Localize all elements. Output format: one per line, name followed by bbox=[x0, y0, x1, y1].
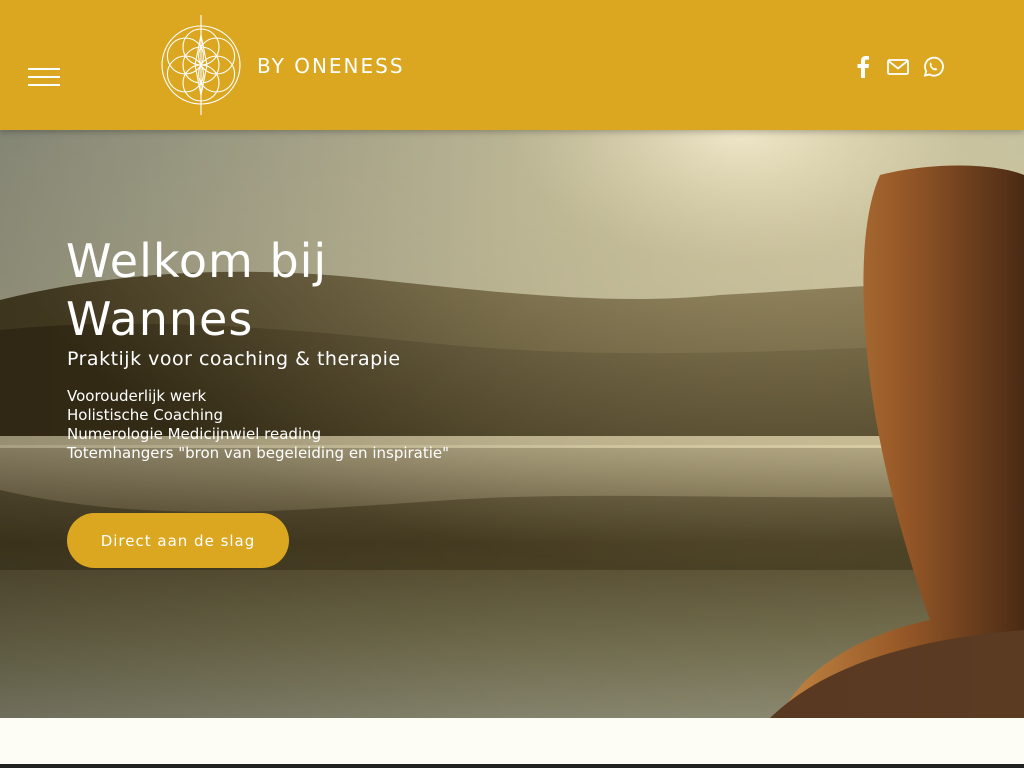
cta-button[interactable]: Direct aan de slag bbox=[67, 513, 289, 568]
hero-title-line2: Wannes bbox=[66, 292, 254, 346]
service-item: Holistische Coaching bbox=[67, 406, 224, 424]
page-divider bbox=[0, 764, 1024, 768]
brand-name[interactable]: BY ONENESS bbox=[257, 54, 405, 78]
service-item: Totemhangers "bron van begeleiding en in… bbox=[67, 444, 450, 462]
hero-subtitle: Praktijk voor coaching & therapie bbox=[67, 348, 401, 370]
hero-section: Welkom bij Wannes Praktijk voor coaching… bbox=[0, 130, 1024, 718]
hero-title-line1: Welkom bij bbox=[66, 234, 328, 288]
site-header: BY ONENESS bbox=[0, 0, 1024, 130]
whatsapp-icon[interactable] bbox=[922, 56, 944, 78]
hero-title: Welkom bij Wannes bbox=[66, 232, 486, 348]
mail-icon[interactable] bbox=[887, 56, 909, 78]
service-item: Numerologie Medicijnwiel reading bbox=[67, 425, 322, 443]
service-item: Voorouderlijk werk bbox=[67, 387, 207, 405]
services-list: Voorouderlijk werk Holistische Coaching … bbox=[67, 387, 449, 463]
social-links bbox=[852, 56, 944, 78]
hamburger-menu-icon[interactable] bbox=[28, 68, 60, 90]
facebook-icon[interactable] bbox=[852, 56, 874, 78]
flower-of-life-icon[interactable] bbox=[160, 15, 242, 115]
